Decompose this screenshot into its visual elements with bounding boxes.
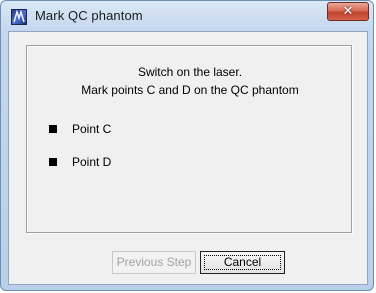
square-bullet-icon <box>49 125 57 133</box>
point-c-label: Point C <box>72 122 112 136</box>
close-icon: ✕ <box>342 4 354 19</box>
title-bar[interactable]: Mark QC phantom ✕ <box>1 1 373 29</box>
dialog-window: Mark QC phantom ✕ Switch on the laser. M… <box>0 0 374 291</box>
point-d-label: Point D <box>72 155 112 169</box>
instruction-line-1: Switch on the laser. <box>137 65 243 79</box>
app-logo-icon <box>11 9 27 25</box>
instruction-line-2: Mark points C and D on the QC phantom <box>81 83 299 97</box>
square-bullet-icon <box>49 158 57 166</box>
window-title: Mark QC phantom <box>35 8 143 23</box>
dialog-content: Switch on the laser. Mark points C and D… <box>8 31 368 285</box>
cancel-button-label: Cancel <box>223 255 262 269</box>
instructions-group-box: Switch on the laser. Mark points C and D… <box>26 45 352 233</box>
cancel-button[interactable]: Cancel <box>200 251 285 274</box>
previous-step-button[interactable]: Previous Step <box>112 251 196 274</box>
close-button[interactable]: ✕ <box>327 2 369 21</box>
